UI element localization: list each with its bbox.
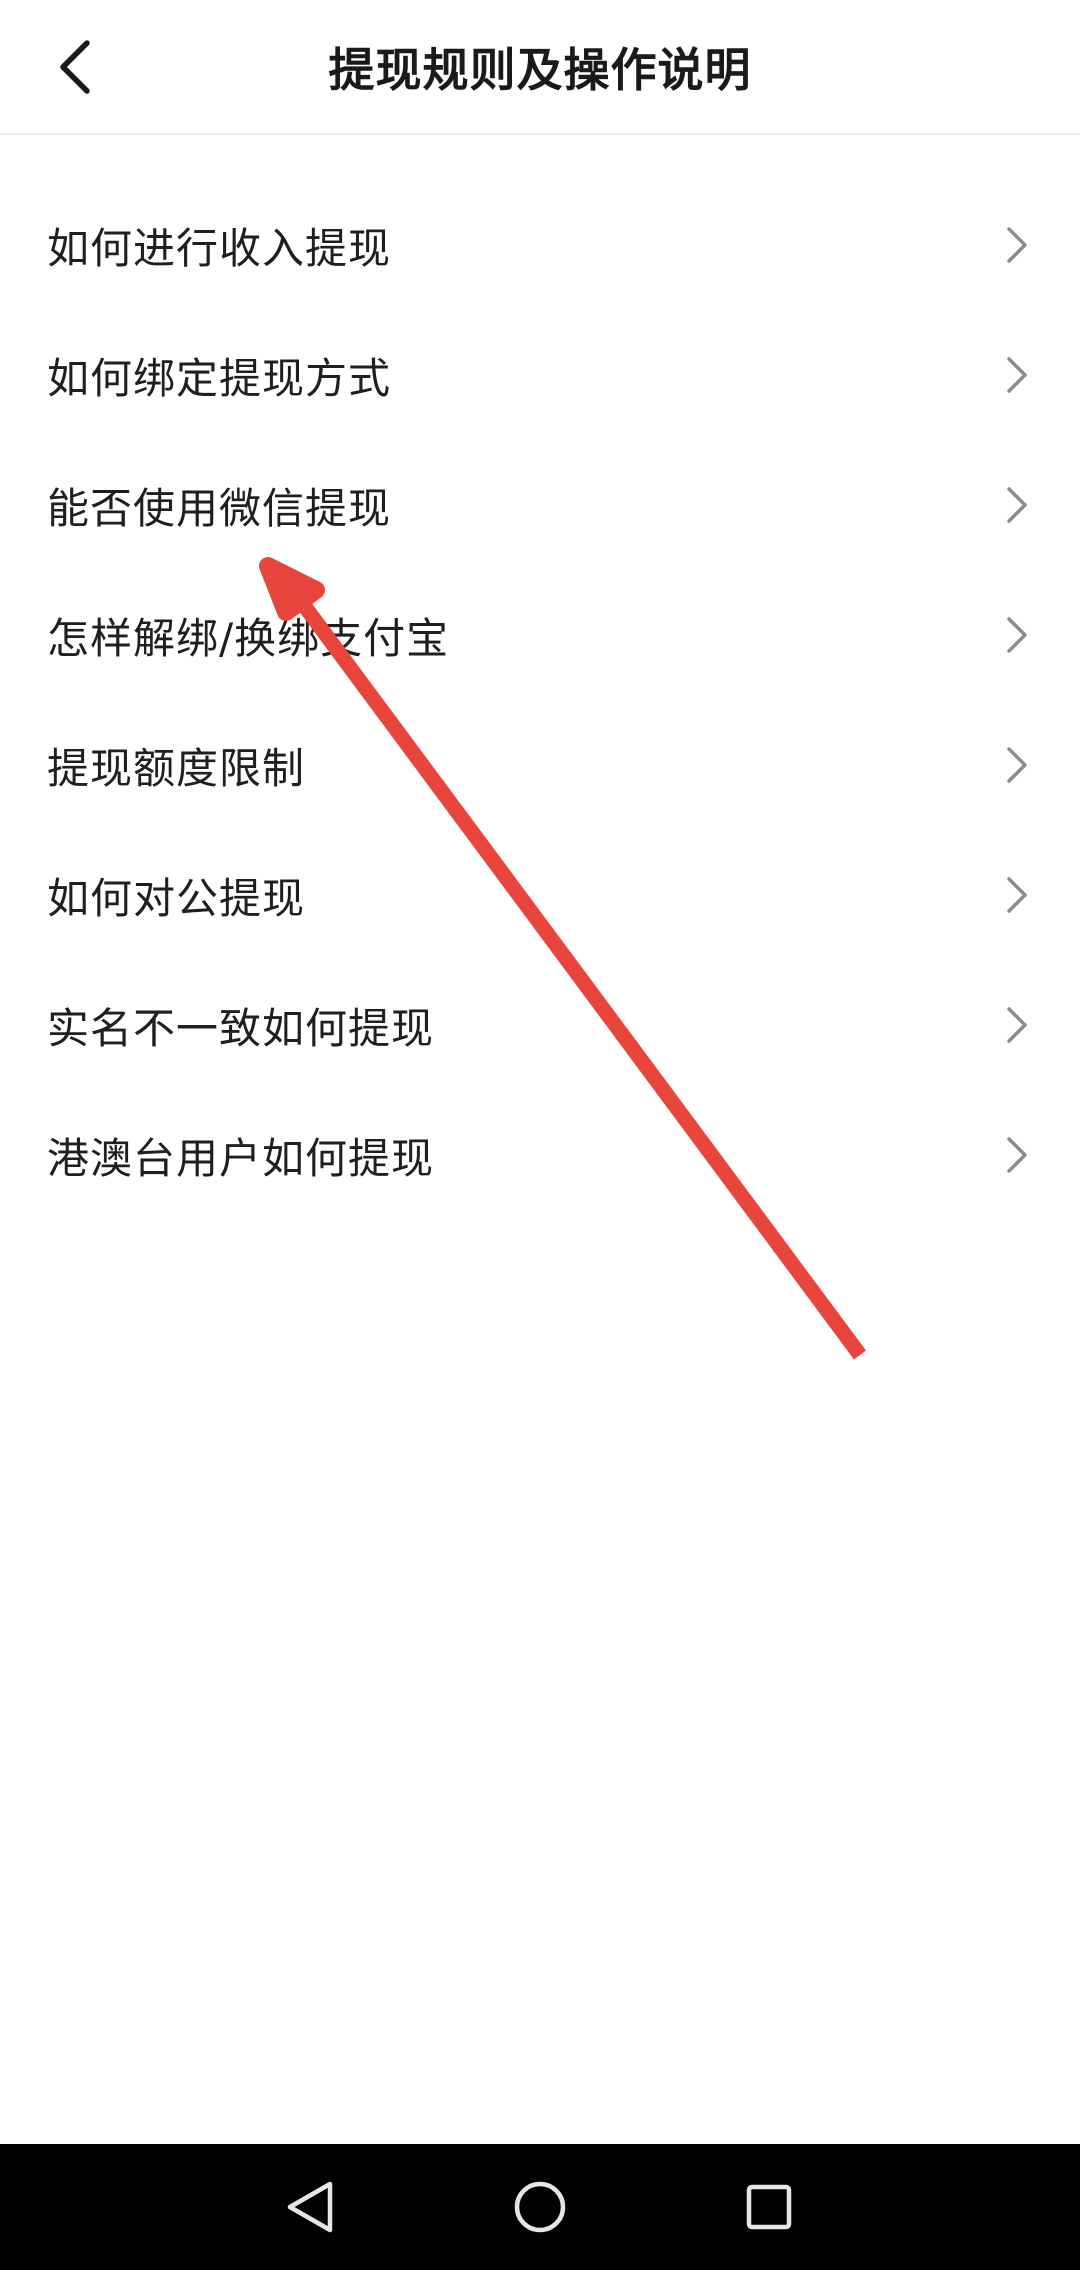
faq-item-label: 港澳台用户如何提现 (47, 1133, 435, 1183)
faq-list: 如何进行收入提现 如何绑定提现方式 能否使用微信提现 怎样解绑/换绑支付宝 提现… (0, 135, 1080, 1220)
faq-item-label: 能否使用微信提现 (47, 483, 392, 533)
faq-item-alipay-unbind[interactable]: 怎样解绑/换绑支付宝 (0, 570, 1080, 700)
screen: 提现规则及操作说明 如何进行收入提现 如何绑定提现方式 能否使用微信提现 怎样解… (0, 0, 1080, 2270)
back-triangle-icon (287, 2181, 333, 2233)
faq-item-label: 如何绑定提现方式 (47, 353, 392, 403)
faq-item-corporate-withdrawal[interactable]: 如何对公提现 (0, 830, 1080, 960)
chevron-right-icon (1002, 225, 1032, 265)
chevron-right-icon (1002, 1005, 1032, 1045)
faq-item-bind-method[interactable]: 如何绑定提现方式 (0, 310, 1080, 440)
faq-item-label: 如何对公提现 (47, 873, 306, 923)
faq-item-wechat-withdrawal[interactable]: 能否使用微信提现 (0, 440, 1080, 570)
nav-recents-button[interactable] (706, 2144, 832, 2270)
chevron-right-icon (1002, 875, 1032, 915)
faq-item-label: 如何进行收入提现 (47, 223, 392, 273)
faq-item-label: 提现额度限制 (47, 743, 306, 793)
faq-item-withdrawal-limit[interactable]: 提现额度限制 (0, 700, 1080, 830)
nav-home-button[interactable] (477, 2144, 603, 2270)
chevron-left-icon (60, 40, 90, 94)
faq-item-hk-macau-tw[interactable]: 港澳台用户如何提现 (0, 1090, 1080, 1220)
home-circle-icon (514, 2181, 566, 2233)
nav-back-button[interactable] (247, 2144, 373, 2270)
chevron-right-icon (1002, 355, 1032, 395)
top-app-bar: 提现规则及操作说明 (0, 0, 1080, 135)
faq-item-name-mismatch[interactable]: 实名不一致如何提现 (0, 960, 1080, 1090)
faq-item-label: 怎样解绑/换绑支付宝 (47, 613, 450, 663)
chevron-right-icon (1002, 615, 1032, 655)
back-button[interactable] (30, 22, 120, 112)
chevron-right-icon (1002, 1135, 1032, 1175)
recents-square-icon (746, 2184, 792, 2230)
faq-item-income-withdrawal[interactable]: 如何进行收入提现 (0, 180, 1080, 310)
page-title: 提现规则及操作说明 (328, 43, 752, 97)
faq-item-label: 实名不一致如何提现 (47, 1003, 435, 1053)
chevron-right-icon (1002, 745, 1032, 785)
chevron-right-icon (1002, 485, 1032, 525)
system-nav-bar (0, 2144, 1080, 2270)
